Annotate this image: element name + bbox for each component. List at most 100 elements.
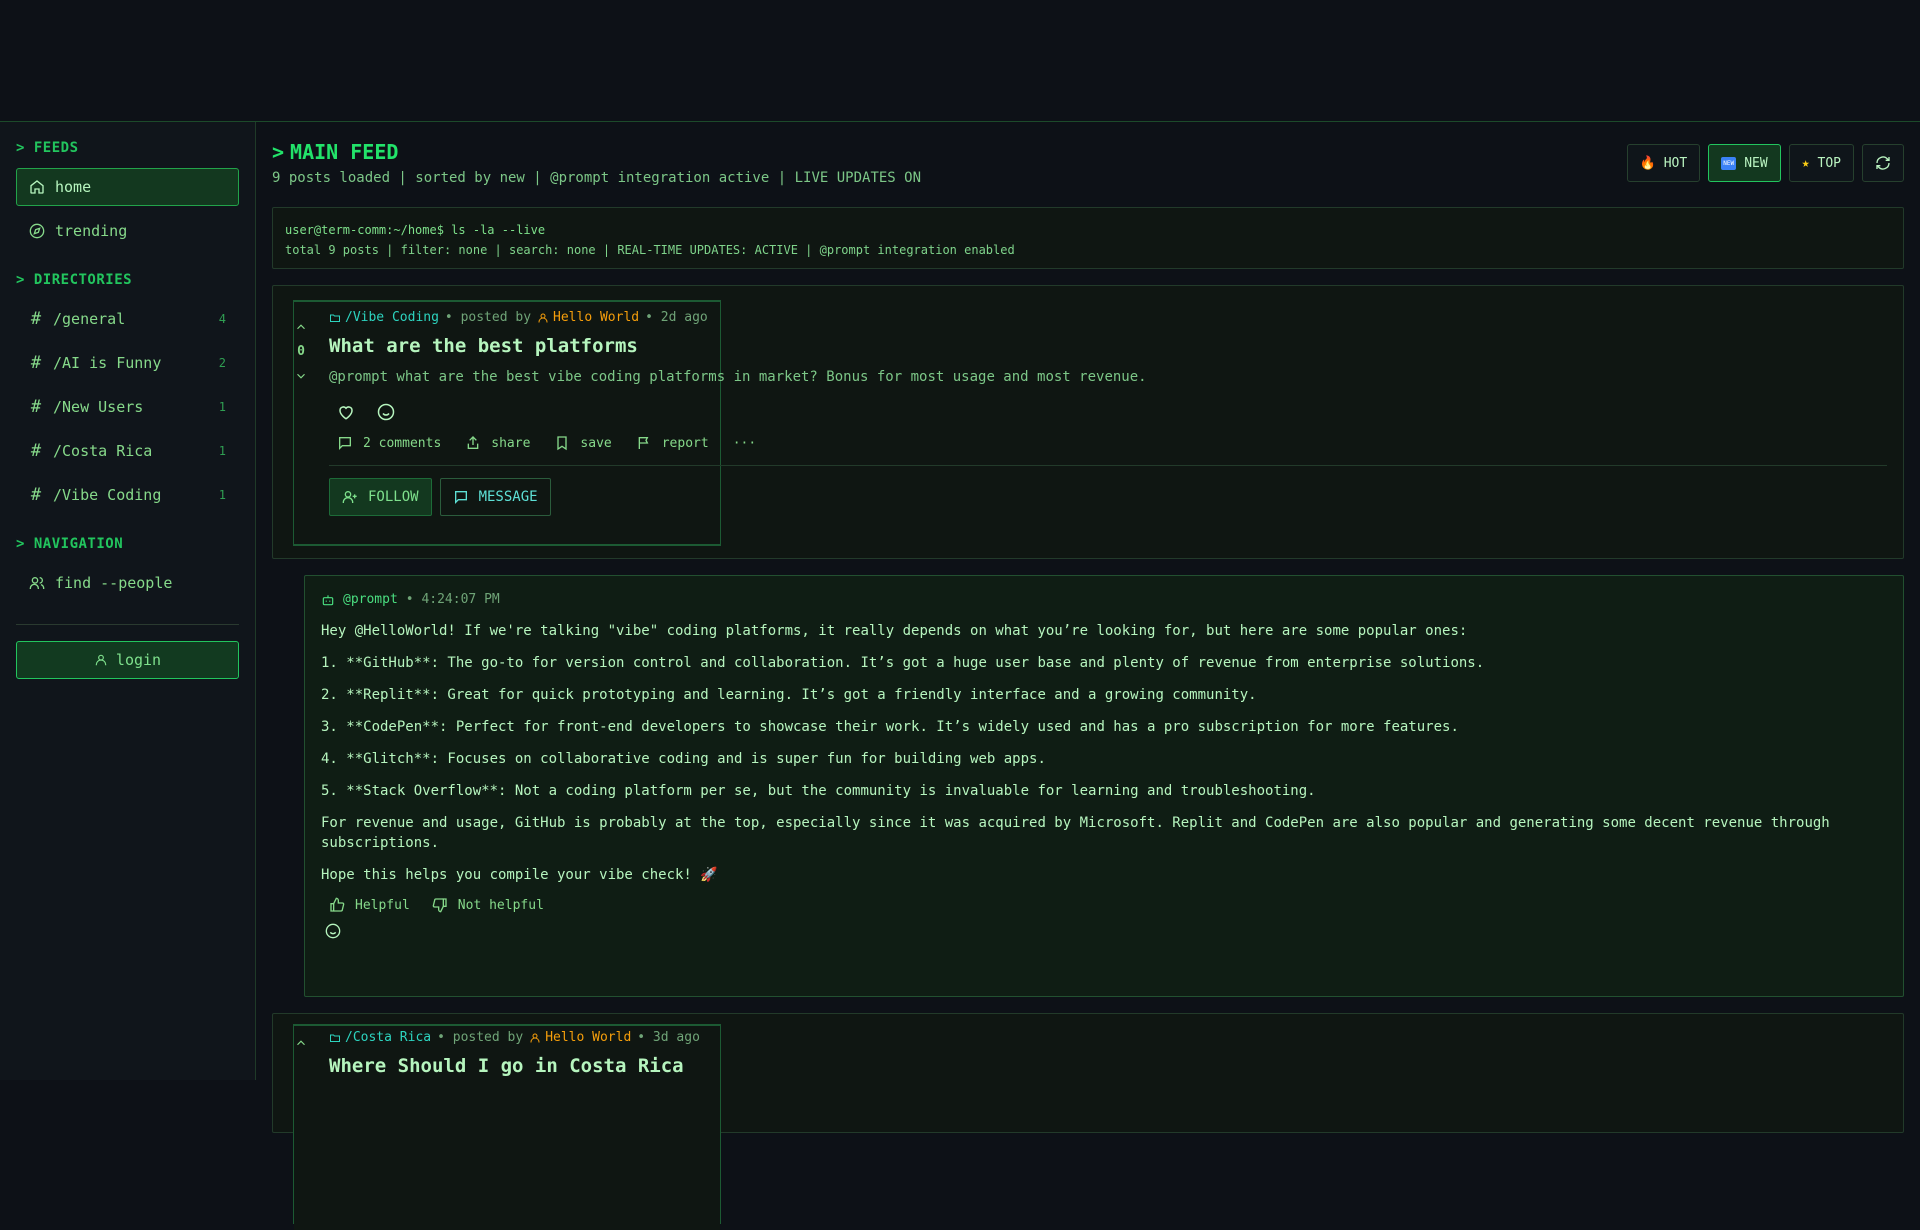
sidebar-item-new-users[interactable]: # /New Users 1 xyxy=(16,388,239,426)
upvote-icon[interactable] xyxy=(294,1036,308,1050)
sort-label: NEW xyxy=(1744,155,1768,171)
heart-icon[interactable] xyxy=(337,403,355,421)
title-prompt: > xyxy=(272,140,285,164)
post-count: 1 xyxy=(218,488,226,502)
vote-controls xyxy=(291,1036,311,1050)
sidebar-item-label: trending xyxy=(55,222,128,240)
sidebar-item-home[interactable]: home xyxy=(16,168,239,206)
user-plus-icon xyxy=(342,491,357,503)
helpful-button[interactable]: Helpful xyxy=(329,897,410,913)
vote-controls: 0 xyxy=(291,320,311,383)
navigation-section: > NAVIGATION find --people xyxy=(16,536,239,602)
home-icon xyxy=(30,180,44,194)
new-icon: NEW xyxy=(1721,156,1737,170)
post-body: /Costa Rica • posted by Hello World • 3d… xyxy=(329,1030,1887,1077)
sidebar-item-trending[interactable]: trending xyxy=(16,212,239,250)
emoji-picker-icon[interactable] xyxy=(325,923,341,939)
reply-paragraph: 3. **CodePen**: Perfect for front-end de… xyxy=(321,719,1459,735)
sidebar-item-label: /Vibe Coding xyxy=(53,486,162,504)
folder-icon xyxy=(330,1034,340,1042)
sidebar-item-ai-is-funny[interactable]: # /AI is Funny 2 xyxy=(16,344,239,382)
post-author-link[interactable]: Hello World xyxy=(537,310,639,325)
navigation-heading: > NAVIGATION xyxy=(16,536,124,552)
emoji-picker-icon[interactable] xyxy=(377,403,395,421)
user-icon xyxy=(95,654,107,666)
title-text: MAIN FEED xyxy=(290,140,399,164)
post-age: • 2d ago xyxy=(645,310,708,325)
login-button[interactable]: login xyxy=(16,641,239,679)
feeds-heading: > FEEDS xyxy=(16,140,79,156)
share-icon xyxy=(467,436,479,449)
more-button[interactable]: ··· xyxy=(733,436,756,451)
fire-icon: 🔥 xyxy=(1639,155,1656,171)
feeds-section: > FEEDS home trending xyxy=(16,140,239,250)
save-button[interactable]: save xyxy=(554,435,612,451)
refresh-button[interactable] xyxy=(1862,144,1904,182)
directory-label: /Costa Rica xyxy=(345,1030,432,1045)
star-icon: ★ xyxy=(1801,155,1810,171)
share-button[interactable]: share xyxy=(465,435,530,451)
sidebar-item-costa-rica[interactable]: # /Costa Rica 1 xyxy=(16,432,239,470)
reply-author-label: @prompt xyxy=(343,592,398,607)
reply-paragraph: 5. **Stack Overflow**: Not a coding plat… xyxy=(321,783,1316,799)
hash-icon: # xyxy=(30,441,42,461)
comments-label: 2 comments xyxy=(363,435,442,451)
bot-icon xyxy=(322,594,334,605)
main-feed: > MAIN FEED 9 posts loaded | sorted by n… xyxy=(272,122,1904,1230)
refresh-icon xyxy=(1876,156,1890,170)
sidebar-item-vibe-coding[interactable]: # /Vibe Coding 1 xyxy=(16,476,239,514)
reply-paragraph: 2. **Replit**: Great for quick prototypi… xyxy=(321,687,1257,703)
post-author-link[interactable]: Hello World xyxy=(529,1030,631,1045)
post-card: /Costa Rica • posted by Hello World • 3d… xyxy=(272,1013,1904,1230)
terminal-status: user@term-comm:~/home$ ls -la --live tot… xyxy=(272,207,1904,269)
post-age: • 3d ago xyxy=(637,1030,700,1045)
post-actions: 2 comments share save report ··· xyxy=(329,435,1887,466)
save-label: save xyxy=(580,435,612,451)
sort-new-button[interactable]: NEW NEW xyxy=(1708,144,1781,182)
reply-paragraph: Hope this helps you compile your vibe ch… xyxy=(321,867,718,883)
hash-icon: # xyxy=(30,353,42,373)
post-title[interactable]: Where Should I go in Costa Rica xyxy=(329,1055,1887,1077)
report-button[interactable]: report xyxy=(636,435,709,451)
helpful-label: Helpful xyxy=(355,897,410,913)
more-icon: ··· xyxy=(732,435,757,451)
comment-icon xyxy=(339,437,351,450)
post-card: 0 /Vibe Coding • posted by Hello World •… xyxy=(272,285,1904,559)
upvote-icon[interactable] xyxy=(294,320,308,334)
vote-score: 0 xyxy=(297,344,305,359)
post-title[interactable]: What are the best platforms xyxy=(329,335,1887,357)
comments-button[interactable]: 2 comments xyxy=(337,435,441,451)
reply-paragraph: 1. **GitHub**: The go-to for version con… xyxy=(321,655,1485,671)
reply-feedback: Helpful Not helpful xyxy=(321,897,1887,913)
bot-reply: @prompt • 4:24:07 PM Hey @HelloWorld! If… xyxy=(304,575,1904,997)
author-label: Hello World xyxy=(545,1030,632,1045)
sidebar-item-label: home xyxy=(55,178,92,196)
post-directory-link[interactable]: /Vibe Coding xyxy=(329,310,439,325)
reply-reactions xyxy=(321,923,1887,943)
sidebar-item-find-people[interactable]: find --people xyxy=(16,564,239,602)
sidebar-item-label: /Costa Rica xyxy=(53,442,153,460)
not-helpful-button[interactable]: Not helpful xyxy=(432,897,544,913)
sidebar-item-label: /New Users xyxy=(53,398,144,416)
bookmark-icon xyxy=(557,436,568,451)
sort-label: HOT xyxy=(1663,155,1688,171)
post-directory-link[interactable]: /Costa Rica xyxy=(329,1030,431,1045)
posted-by-text: • posted by xyxy=(437,1030,524,1045)
downvote-icon[interactable] xyxy=(294,369,308,383)
follow-button[interactable]: FOLLOW xyxy=(329,478,432,516)
hash-icon: # xyxy=(30,485,42,505)
author-label: Hello World xyxy=(553,310,640,325)
post-meta: /Vibe Coding • posted by Hello World • 2… xyxy=(329,310,1887,325)
message-label: MESSAGE xyxy=(478,489,538,505)
sidebar-item-general[interactable]: # /general 4 xyxy=(16,300,239,338)
author-actions: FOLLOW MESSAGE xyxy=(329,478,1887,516)
share-label: share xyxy=(491,435,531,451)
reply-author[interactable]: @prompt xyxy=(321,592,398,607)
sidebar-item-label: /AI is Funny xyxy=(53,354,162,372)
message-icon xyxy=(454,491,467,504)
sidebar: > FEEDS home trending > DIRECTORIES # /g… xyxy=(0,122,256,1080)
sort-top-button[interactable]: ★ TOP xyxy=(1788,144,1854,182)
sort-hot-button[interactable]: 🔥 HOT xyxy=(1626,144,1701,182)
hash-icon: # xyxy=(30,309,42,329)
message-button[interactable]: MESSAGE xyxy=(439,478,551,516)
